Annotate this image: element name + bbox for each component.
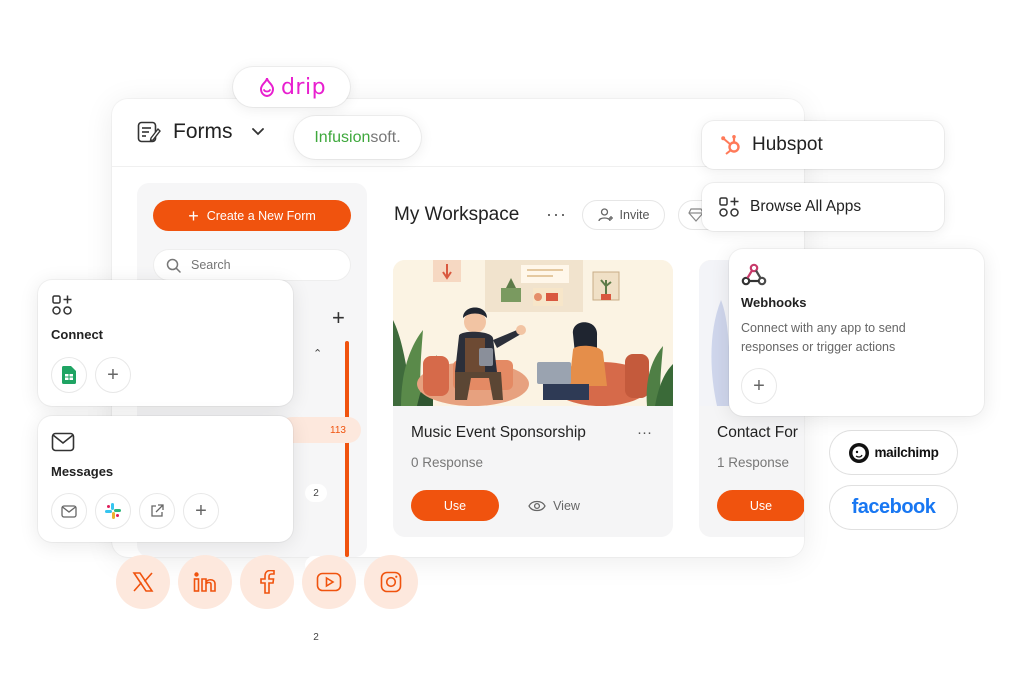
drip-face-icon bbox=[259, 77, 274, 97]
add-connection-button[interactable]: + bbox=[95, 357, 131, 393]
instagram-social-button[interactable] bbox=[364, 555, 418, 609]
mail-icon bbox=[61, 504, 77, 518]
add-user-icon bbox=[597, 208, 613, 222]
messages-title: Messages bbox=[51, 464, 114, 479]
workspace-title: My Workspace bbox=[394, 204, 520, 225]
mailchimp-logo[interactable]: mailchimp bbox=[830, 431, 957, 474]
facebook-logo[interactable]: facebook bbox=[830, 486, 957, 529]
hubspot-label: Hubspot bbox=[752, 134, 823, 155]
view-label: View bbox=[553, 498, 580, 513]
view-button[interactable]: View bbox=[515, 490, 593, 521]
infusionsoft-main: Infusion bbox=[314, 128, 371, 146]
hubspot-icon bbox=[721, 135, 740, 155]
add-webhook-button[interactable]: + bbox=[741, 368, 777, 404]
drip-logo[interactable]: drip bbox=[233, 67, 350, 107]
collapse-caret-icon[interactable]: ⌃ bbox=[313, 347, 322, 360]
response-count: 1 Response bbox=[717, 455, 790, 470]
chevron-down-icon[interactable] bbox=[250, 123, 266, 139]
facebook-social-button[interactable] bbox=[240, 555, 294, 609]
infusionsoft-logo[interactable]: Infusionsoft. bbox=[294, 116, 421, 159]
card-title[interactable]: Music Event Sponsorship bbox=[411, 424, 586, 442]
envelope-icon bbox=[51, 432, 75, 452]
google-sheets-button[interactable] bbox=[51, 357, 87, 393]
webhooks-description: Connect with any app to send responses o… bbox=[741, 321, 906, 354]
slack-button[interactable] bbox=[95, 493, 131, 529]
scrollbar[interactable] bbox=[345, 341, 349, 557]
browse-all-apps-label: Browse All Apps bbox=[750, 198, 862, 215]
page-title[interactable]: Forms bbox=[173, 120, 233, 144]
youtube-icon bbox=[316, 572, 342, 592]
drip-label: drip bbox=[280, 74, 327, 100]
x-social-button[interactable] bbox=[116, 555, 170, 609]
facebook-label: facebook bbox=[851, 496, 936, 518]
google-sheets-icon bbox=[62, 366, 76, 384]
webhooks-panel: Webhooks Connect with any app to send re… bbox=[729, 249, 984, 416]
use-button[interactable]: Use bbox=[717, 490, 804, 521]
more-options-icon[interactable]: ··· bbox=[637, 424, 652, 441]
search-input[interactable] bbox=[191, 258, 341, 272]
count-badge: 2 bbox=[305, 484, 327, 502]
eye-icon bbox=[528, 500, 546, 511]
search-icon bbox=[166, 258, 181, 273]
external-link-icon bbox=[151, 504, 164, 517]
linkedin-icon bbox=[193, 572, 216, 592]
create-new-form-button[interactable]: + Create a New Form bbox=[153, 200, 351, 231]
infusionsoft-suffix: soft. bbox=[370, 128, 401, 146]
linkedin-social-button[interactable] bbox=[178, 555, 232, 609]
create-new-form-label: Create a New Form bbox=[206, 208, 316, 223]
facebook-icon bbox=[260, 570, 275, 594]
infusionsoft-label: Infusionsoft. bbox=[314, 129, 400, 147]
count-badge: 2 bbox=[305, 628, 327, 646]
connect-panel: Connect + bbox=[38, 280, 293, 406]
count-badge-active: 113 bbox=[330, 424, 346, 436]
invite-button[interactable]: Invite bbox=[582, 200, 665, 230]
search-field[interactable] bbox=[153, 249, 351, 281]
email-button[interactable] bbox=[51, 493, 87, 529]
webhook-icon bbox=[741, 263, 767, 286]
forms-icon bbox=[137, 121, 161, 143]
illustration-image bbox=[393, 260, 673, 406]
slack-icon bbox=[105, 503, 121, 519]
x-icon bbox=[132, 572, 154, 592]
use-button[interactable]: Use bbox=[411, 490, 499, 521]
mailchimp-icon bbox=[849, 442, 870, 463]
mailchimp-label: mailchimp bbox=[874, 445, 939, 460]
card-title[interactable]: Contact For bbox=[717, 424, 798, 442]
apps-grid-icon bbox=[52, 295, 72, 315]
topbar: Forms bbox=[112, 99, 804, 167]
hubspot-integration[interactable]: Hubspot bbox=[702, 121, 944, 169]
instagram-icon bbox=[380, 571, 402, 593]
add-message-channel-button[interactable]: + bbox=[183, 493, 219, 529]
plus-icon: + bbox=[188, 205, 199, 226]
response-count: 0 Response bbox=[411, 455, 484, 470]
apps-grid-icon bbox=[719, 197, 739, 217]
invite-label: Invite bbox=[619, 208, 650, 222]
messages-panel: Messages + bbox=[38, 416, 293, 542]
add-folder-button[interactable]: + bbox=[332, 305, 345, 331]
webhooks-title: Webhooks bbox=[741, 295, 807, 310]
external-link-button[interactable] bbox=[139, 493, 175, 529]
youtube-social-button[interactable] bbox=[302, 555, 356, 609]
form-card[interactable]: Music Event Sponsorship ··· 0 Response U… bbox=[393, 260, 673, 537]
connect-title: Connect bbox=[51, 327, 103, 342]
browse-all-apps-button[interactable]: Browse All Apps bbox=[702, 183, 944, 231]
more-options-icon[interactable]: ··· bbox=[546, 204, 567, 225]
